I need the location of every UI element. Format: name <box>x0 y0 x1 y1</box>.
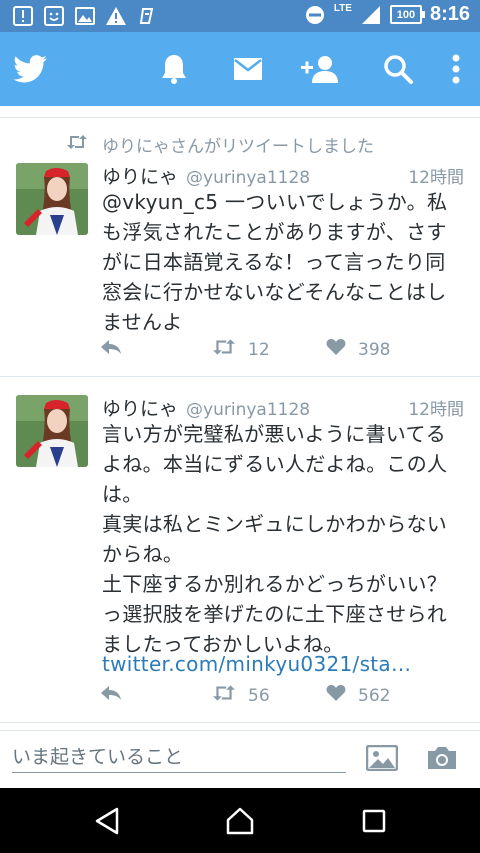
avatar[interactable] <box>16 395 88 467</box>
heart-icon <box>326 684 346 707</box>
tweet-text: @vkyun_c5 一ついいでしょうか。私 も浮気されたことがありますが、さす … <box>102 190 448 334</box>
user-handle[interactable]: @yurinya1128 <box>186 168 310 188</box>
add-user-icon[interactable] <box>298 50 340 88</box>
retweet-button[interactable]: 12 <box>212 338 270 361</box>
retweet-button[interactable]: 56 <box>212 684 270 707</box>
user-handle[interactable]: @yurinya1128 <box>186 400 310 420</box>
envelope-icon[interactable] <box>232 50 264 88</box>
network-type: LTE <box>333 3 352 14</box>
like-count: 398 <box>358 339 391 360</box>
retweet-count: 12 <box>248 339 270 360</box>
bell-icon[interactable] <box>158 50 190 88</box>
smiley-notification-icon <box>43 5 65 27</box>
image-icon[interactable] <box>364 743 400 773</box>
tweet-header: ゆりにゃ @yurinya1128 12時間 <box>102 394 464 420</box>
compose-input[interactable] <box>12 741 346 773</box>
battery-icon: 100 <box>389 5 425 24</box>
image-notification-icon <box>74 5 96 27</box>
warning-icon <box>105 5 127 27</box>
retweet-icon <box>66 134 88 155</box>
tweet-time: 12時間 <box>408 400 464 420</box>
do-not-disturb-icon <box>304 4 326 26</box>
navigation-bar <box>0 788 480 853</box>
sync-notification-icon <box>136 5 158 27</box>
user-name[interactable]: ゆりにゃ <box>102 162 178 189</box>
tweet-actions: 12 398 <box>100 338 400 364</box>
like-count: 562 <box>358 685 391 706</box>
retweet-context-text: ゆりにゃさんがリツイートしました <box>102 137 374 157</box>
divider <box>0 376 480 377</box>
divider <box>0 117 480 118</box>
like-button[interactable]: 562 <box>326 684 390 707</box>
tweet-actions: 56 562 <box>100 684 400 710</box>
heart-icon <box>326 338 346 361</box>
avatar[interactable] <box>16 163 88 235</box>
recents-icon[interactable] <box>357 806 391 836</box>
compose-bar <box>0 730 480 788</box>
tweet-link[interactable]: twitter.com/minkyu0321/sta… <box>102 649 468 679</box>
divider <box>0 722 480 723</box>
camera-icon[interactable] <box>424 743 460 773</box>
app-bar <box>0 32 480 106</box>
retweet-context: ゆりにゃさんがリツイートしました <box>66 132 374 157</box>
retweet-icon <box>212 338 236 361</box>
timeline[interactable]: ゆりにゃさんがリツイートしました ゆりにゃ @yurinya1128 12時間 … <box>0 106 480 730</box>
retweet-count: 56 <box>248 685 270 706</box>
tweet-text: 言い方が完璧私が悪いように書いてる よね。本当にずるい人だよね。この人 は。 真… <box>102 422 448 656</box>
notification-alert-icon <box>12 5 34 27</box>
status-bar: LTE 100 8:16 <box>0 0 480 32</box>
signal-icon <box>360 4 382 26</box>
clock: 8:16 <box>429 3 470 25</box>
user-name[interactable]: ゆりにゃ <box>102 394 178 421</box>
twitter-logo-icon[interactable] <box>12 50 48 88</box>
tweet-time: 12時間 <box>408 168 464 188</box>
reply-icon <box>100 338 122 361</box>
home-icon[interactable] <box>223 806 257 836</box>
more-vert-icon[interactable] <box>448 50 464 88</box>
retweet-icon <box>212 684 236 707</box>
like-button[interactable]: 398 <box>326 338 390 361</box>
tweet-header: ゆりにゃ @yurinya1128 12時間 <box>102 162 464 188</box>
reply-button[interactable] <box>100 338 122 361</box>
back-icon[interactable] <box>90 806 124 836</box>
reply-button[interactable] <box>100 684 122 707</box>
search-icon[interactable] <box>382 50 414 88</box>
reply-icon <box>100 684 122 707</box>
